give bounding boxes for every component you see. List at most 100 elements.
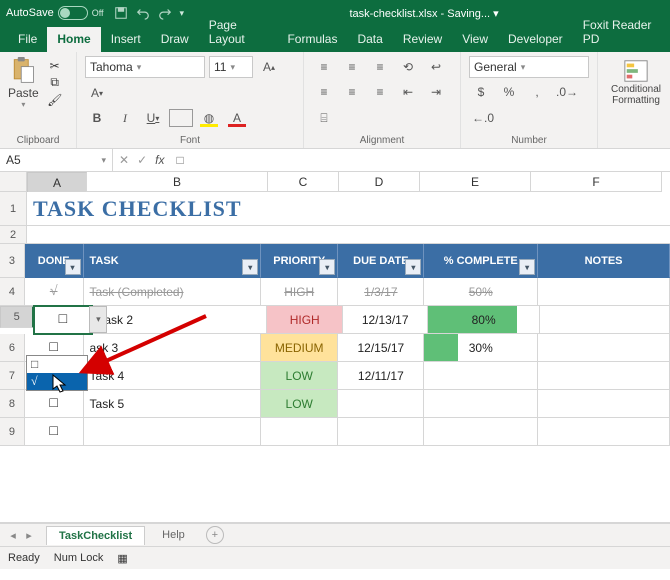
row-header[interactable]: 4 xyxy=(0,278,25,306)
col-header-e[interactable]: E xyxy=(420,172,531,192)
macro-record-icon[interactable]: ▦ xyxy=(117,552,127,565)
row-header[interactable]: 7 xyxy=(0,362,25,390)
cell-task[interactable] xyxy=(84,418,262,446)
row-header[interactable]: 1 xyxy=(0,192,27,226)
cell-task[interactable]: Task 4 xyxy=(84,362,262,390)
tab-insert[interactable]: Insert xyxy=(101,27,151,52)
formula-input[interactable]: □ xyxy=(170,149,670,171)
col-header-f[interactable]: F xyxy=(531,172,662,192)
tab-review[interactable]: Review xyxy=(393,27,452,52)
cell-priority[interactable]: LOW xyxy=(261,390,338,418)
autosave-toggle[interactable]: AutoSave Off xyxy=(6,6,104,20)
fx-icon[interactable]: fx xyxy=(155,153,164,167)
accounting-icon[interactable]: $ xyxy=(469,81,493,103)
sheet-tab-active[interactable]: TaskChecklist xyxy=(46,526,145,545)
font-color-button[interactable]: A xyxy=(225,107,249,129)
tab-developer[interactable]: Developer xyxy=(498,27,573,52)
cell-pct-complete[interactable] xyxy=(424,418,538,446)
cell-task[interactable]: Task 2 xyxy=(92,306,267,334)
decrease-indent-icon[interactable]: ⇤ xyxy=(396,81,420,103)
cancel-icon[interactable]: ✕ xyxy=(119,153,129,167)
validation-dropdown-icon[interactable]: ▾ xyxy=(89,306,107,333)
align-right-icon[interactable]: ≡ xyxy=(368,81,392,103)
border-button[interactable] xyxy=(169,109,193,127)
cell-pct-complete[interactable] xyxy=(424,390,538,418)
save-icon[interactable] xyxy=(114,6,128,20)
cell-due[interactable]: 12/13/17 xyxy=(343,306,428,334)
tab-home[interactable]: Home xyxy=(47,27,100,52)
increase-decimal-icon[interactable]: .0→ xyxy=(553,81,581,103)
dropdown-option[interactable]: □ xyxy=(27,356,87,373)
undo-icon[interactable] xyxy=(136,6,150,20)
cell-priority[interactable]: HIGH xyxy=(267,306,343,334)
filter-icon[interactable]: ▾ xyxy=(519,259,535,275)
row-header[interactable]: 8 xyxy=(0,390,25,418)
toggle-switch-icon[interactable] xyxy=(58,6,88,20)
cell-pct-complete[interactable]: 30% xyxy=(424,334,538,362)
th-pct[interactable]: % COMPLETE▾ xyxy=(424,244,538,278)
comma-icon[interactable]: , xyxy=(525,81,549,103)
add-sheet-button[interactable]: + xyxy=(206,526,224,544)
filter-icon[interactable]: ▾ xyxy=(65,259,81,275)
cell-priority[interactable]: LOW xyxy=(261,362,338,390)
paste-button[interactable]: Paste ▾ xyxy=(8,56,39,109)
underline-button[interactable]: U▾ xyxy=(141,107,165,129)
cell-priority[interactable] xyxy=(261,418,338,446)
cell-pct-complete[interactable]: 80% xyxy=(428,306,540,334)
cell-due[interactable]: 12/11/17 xyxy=(338,362,424,390)
cell-priority[interactable]: MEDIUM xyxy=(261,334,338,362)
cell-priority[interactable]: HIGH xyxy=(261,278,338,306)
cell-done[interactable]: □▾ xyxy=(34,306,92,334)
row-header[interactable]: 9 xyxy=(0,418,25,446)
tab-data[interactable]: Data xyxy=(347,27,392,52)
cell-pct-complete[interactable]: 50% xyxy=(424,278,538,306)
align-bottom-icon[interactable]: ≡ xyxy=(368,56,392,78)
row-header[interactable]: 6 xyxy=(0,334,25,362)
sheet-tab[interactable]: Help xyxy=(149,525,198,545)
col-header-b[interactable]: B xyxy=(87,172,268,192)
filter-icon[interactable]: ▾ xyxy=(242,259,258,275)
wrap-text-icon[interactable]: ↩ xyxy=(424,56,448,78)
tab-file[interactable]: File xyxy=(8,27,47,52)
copy-icon[interactable]: ⧉ xyxy=(47,76,63,90)
increase-indent-icon[interactable]: ⇥ xyxy=(424,81,448,103)
col-header-d[interactable]: D xyxy=(339,172,420,192)
row-header[interactable]: 2 xyxy=(0,226,27,244)
decrease-font-icon[interactable]: A▾ xyxy=(85,82,109,104)
font-size-select[interactable]: 11▾ xyxy=(209,56,253,78)
cell-done[interactable]: □ xyxy=(25,418,84,446)
font-name-select[interactable]: Tahoma▾ xyxy=(85,56,205,78)
align-left-icon[interactable]: ≡ xyxy=(312,81,336,103)
cell-notes[interactable] xyxy=(538,418,670,446)
number-format-select[interactable]: General▾ xyxy=(469,56,589,78)
tab-view[interactable]: View xyxy=(452,27,498,52)
align-top-icon[interactable]: ≡ xyxy=(312,56,336,78)
th-due[interactable]: DUE DATE▾ xyxy=(338,244,424,278)
tab-foxit[interactable]: Foxit Reader PD xyxy=(573,13,670,52)
orientation-icon[interactable]: ⟲ xyxy=(396,56,420,78)
align-center-icon[interactable]: ≡ xyxy=(340,81,364,103)
cell-due[interactable]: 12/15/17 xyxy=(338,334,424,362)
col-header-c[interactable]: C xyxy=(268,172,339,192)
th-task[interactable]: TASK▾ xyxy=(84,244,262,278)
merge-icon[interactable]: ⌸ xyxy=(312,107,336,129)
enter-icon[interactable]: ✓ xyxy=(137,153,147,167)
redo-icon[interactable] xyxy=(158,6,172,20)
align-middle-icon[interactable]: ≡ xyxy=(340,56,364,78)
spreadsheet-grid[interactable]: A B C D E F 1 TASK CHECKLIST 2 3 DONE▾ T… xyxy=(0,172,670,523)
cell-due[interactable] xyxy=(338,390,424,418)
cell-task[interactable]: Task 5 xyxy=(84,390,262,418)
sheet-nav[interactable]: ◂▸ xyxy=(0,529,42,542)
th-notes[interactable]: NOTES xyxy=(538,244,670,278)
tab-formulas[interactable]: Formulas xyxy=(277,27,347,52)
cell-pct-complete[interactable] xyxy=(424,362,538,390)
cell-task[interactable]: ask 3 xyxy=(84,334,262,362)
row-header[interactable]: 3 xyxy=(0,244,25,278)
select-all-corner[interactable] xyxy=(0,172,27,192)
fill-color-button[interactable]: ◍ xyxy=(197,107,221,129)
cell-done[interactable]: □ xyxy=(25,390,84,418)
th-priority[interactable]: PRIORITY▾ xyxy=(261,244,338,278)
bold-button[interactable]: B xyxy=(85,107,109,129)
cell-task[interactable]: Task (Completed) xyxy=(84,278,262,306)
cell-notes[interactable] xyxy=(538,362,670,390)
